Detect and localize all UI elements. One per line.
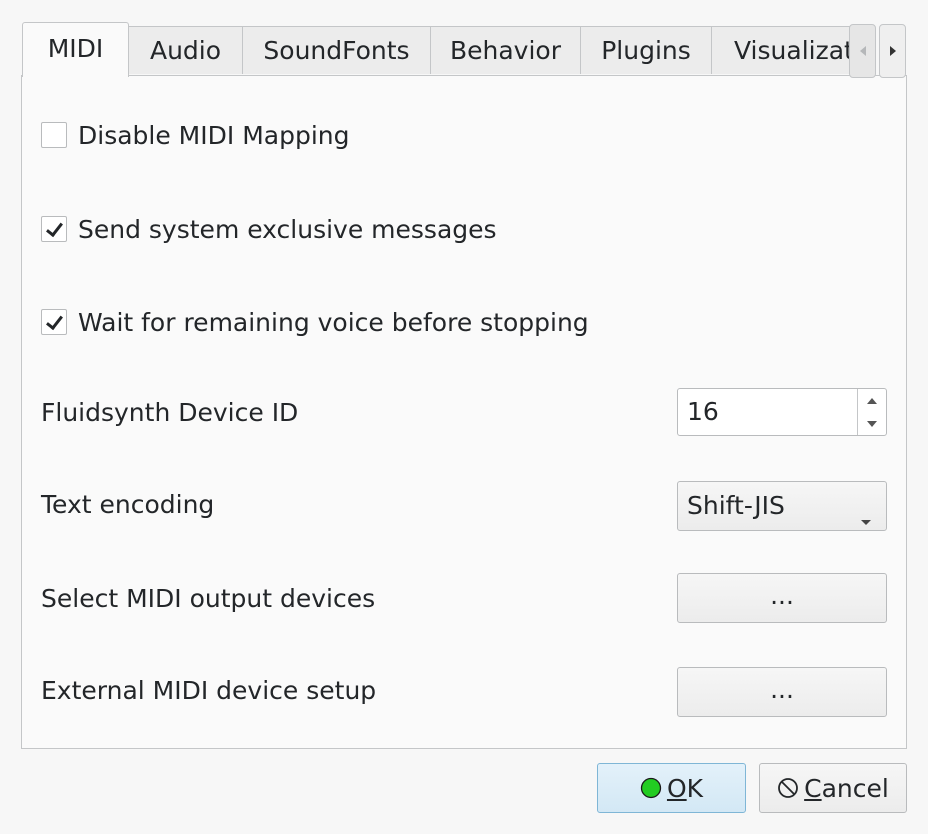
preferences-dialog: MIDI Audio SoundFonts Behavior Plugins V… [0, 0, 928, 834]
disable-midi-mapping-checkbox-row[interactable]: Disable MIDI Mapping [41, 120, 349, 150]
output-devices-label: Select MIDI output devices [41, 584, 376, 613]
ok-label-rest: K [686, 773, 704, 803]
green-circle-icon [640, 777, 662, 799]
tab-scroll-left-button[interactable] [849, 24, 876, 78]
device-id-value[interactable]: 16 [687, 389, 719, 435]
tab-bar: MIDI Audio SoundFonts Behavior Plugins V… [22, 22, 906, 78]
chevron-down-icon [860, 503, 872, 532]
send-sysex-label: Send system exclusive messages [78, 214, 497, 244]
tab-midi[interactable]: MIDI [22, 22, 129, 77]
tab-plugins[interactable]: Plugins [580, 26, 712, 74]
ok-mnemonic: O [666, 773, 687, 803]
text-encoding-select[interactable]: Shift-JIS [677, 481, 887, 531]
tab-soundfonts[interactable]: SoundFonts [242, 26, 431, 74]
wait-voice-checkbox-row[interactable]: Wait for remaining voice before stopping [41, 307, 589, 337]
external-setup-label: External MIDI device setup [41, 676, 377, 705]
tab-behavior[interactable]: Behavior [430, 26, 581, 74]
tab-scroll-right-button[interactable] [879, 24, 906, 78]
disable-midi-mapping-checkbox[interactable] [41, 122, 67, 148]
wait-voice-label: Wait for remaining voice before stopping [78, 307, 589, 337]
text-encoding-value: Shift-JIS [687, 491, 785, 520]
cancel-mnemonic: C [804, 773, 822, 803]
device-id-label: Fluidsynth Device ID [41, 398, 299, 427]
cancel-button[interactable]: Cancel [759, 763, 907, 813]
ok-button[interactable]: OK [597, 763, 746, 813]
spinbox-arrows [857, 389, 886, 435]
midi-settings-panel: Disable MIDI Mapping Send system exclusi… [21, 75, 907, 749]
external-setup-button[interactable]: ... [677, 667, 887, 717]
spin-down-icon[interactable] [858, 412, 886, 435]
send-sysex-checkbox[interactable] [41, 216, 67, 242]
send-sysex-checkbox-row[interactable]: Send system exclusive messages [41, 214, 497, 244]
triangle-right-icon [889, 45, 897, 57]
cancel-circle-icon [777, 777, 799, 799]
wait-voice-checkbox[interactable] [41, 309, 67, 335]
disable-midi-mapping-label: Disable MIDI Mapping [78, 120, 350, 150]
device-id-spinbox[interactable]: 16 [677, 388, 887, 436]
cancel-label-rest: ancel [821, 773, 889, 803]
tab-audio[interactable]: Audio [128, 26, 243, 74]
text-encoding-label: Text encoding [41, 490, 215, 519]
tab-visualization[interactable]: Visualizat [711, 26, 861, 74]
output-devices-button[interactable]: ... [677, 573, 887, 623]
triangle-left-icon [859, 45, 867, 57]
spin-up-icon[interactable] [858, 389, 886, 412]
